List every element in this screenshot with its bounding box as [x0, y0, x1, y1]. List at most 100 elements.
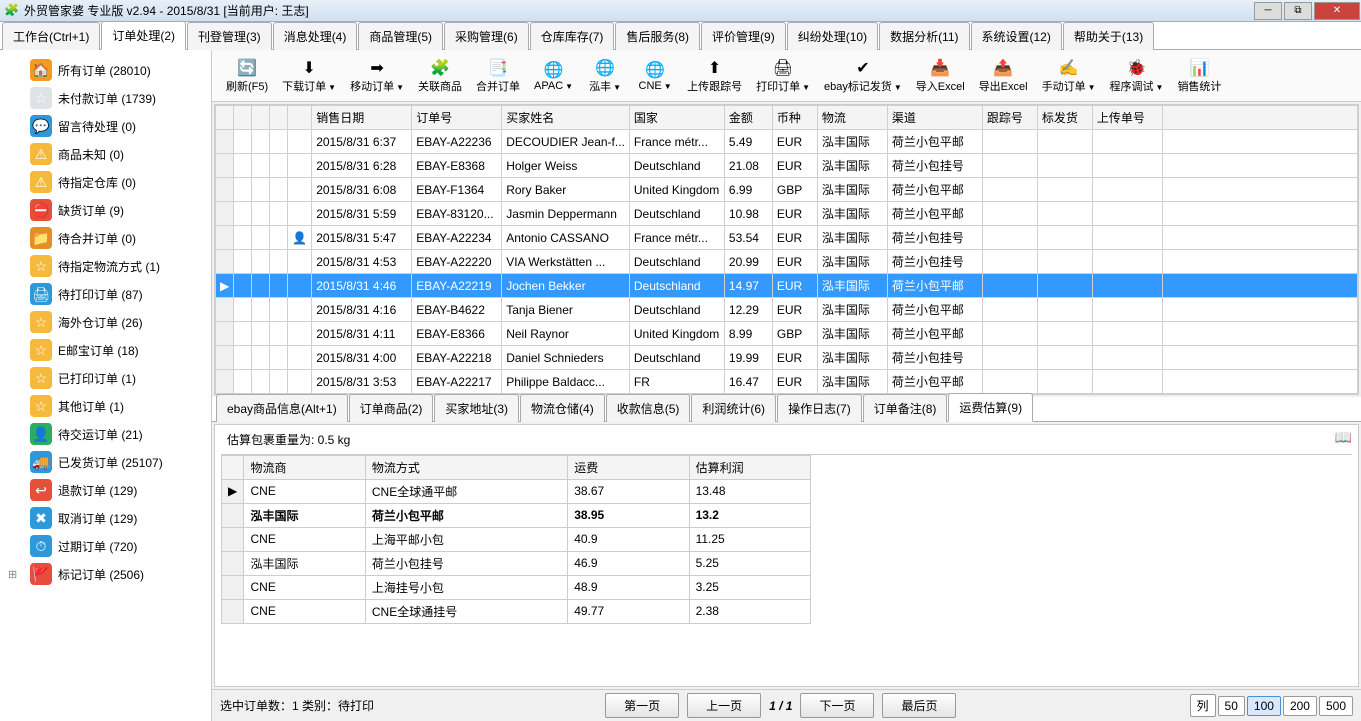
detail-tab[interactable]: ebay商品信息(Alt+1): [216, 394, 348, 422]
sidebar-item[interactable]: ☆海外仓订单 (26): [0, 308, 211, 336]
table-row[interactable]: 2015/8/31 4:11EBAY-E8366Neil RaynorUnite…: [216, 322, 1358, 346]
shipping-grid-wrap[interactable]: 物流商物流方式运费估算利润▶CNECNE全球通平邮38.6713.48泓丰国际荷…: [221, 454, 1352, 686]
toolbar-button[interactable]: 🖨打印订单▼: [750, 56, 816, 96]
grid-header[interactable]: [234, 106, 252, 130]
table-row[interactable]: 2015/8/31 4:16EBAY-B4622Tanja BienerDeut…: [216, 298, 1358, 322]
sidebar-item[interactable]: 📁待合并订单 (0): [0, 224, 211, 252]
sidebar-item[interactable]: ✖取消订单 (129): [0, 504, 211, 532]
tab-product[interactable]: 商品管理(5): [358, 22, 443, 50]
sidebar-item[interactable]: ☆其他订单 (1): [0, 392, 211, 420]
ship-row[interactable]: CNECNE全球通挂号49.772.38: [222, 599, 811, 623]
toolbar-button[interactable]: 🌐泓丰▼: [581, 56, 629, 96]
pagesize-200[interactable]: 200: [1283, 696, 1317, 716]
sidebar-item[interactable]: 👤待交运订单 (21): [0, 420, 211, 448]
table-row[interactable]: 2015/8/31 3:53EBAY-A22217Philippe Baldac…: [216, 370, 1358, 394]
grid-header[interactable]: 上传单号: [1092, 106, 1162, 130]
tab-listing[interactable]: 刊登管理(3): [187, 22, 272, 50]
toolbar-button[interactable]: ⬆上传跟踪号: [681, 56, 748, 96]
table-row[interactable]: 2015/8/31 5:59EBAY-83120...Jasmin Depper…: [216, 202, 1358, 226]
detail-tab[interactable]: 物流仓储(4): [520, 394, 605, 422]
toolbar-button[interactable]: 🌐APAC▼: [528, 58, 579, 94]
tab-settings[interactable]: 系统设置(12): [971, 22, 1062, 50]
grid-header[interactable]: 渠道: [887, 106, 982, 130]
grid-header[interactable]: 物流: [817, 106, 887, 130]
panel-options-icon[interactable]: 📖: [1335, 429, 1352, 446]
grid-header[interactable]: [288, 106, 312, 130]
detail-tab[interactable]: 订单备注(8): [863, 394, 948, 422]
detail-tab[interactable]: 运费估算(9): [948, 393, 1033, 422]
toolbar-button[interactable]: 🔄刷新(F5): [220, 56, 274, 96]
ship-row[interactable]: 泓丰国际荷兰小包平邮38.9513.2: [222, 503, 811, 527]
detail-tab[interactable]: 利润统计(6): [691, 394, 776, 422]
toolbar-button[interactable]: 📤导出Excel: [973, 56, 1034, 96]
sidebar-item[interactable]: ☆已打印订单 (1): [0, 364, 211, 392]
tab-review[interactable]: 评价管理(9): [701, 22, 786, 50]
last-page-button[interactable]: 最后页: [882, 693, 956, 718]
pagesize-100[interactable]: 100: [1247, 696, 1281, 716]
toolbar-button[interactable]: 🐞程序调试▼: [1104, 56, 1170, 96]
toolbar-button[interactable]: 🌐CNE▼: [631, 58, 679, 94]
grid-header[interactable]: 销售日期: [312, 106, 412, 130]
toolbar-button[interactable]: 📊销售统计: [1171, 56, 1227, 96]
toolbar-button[interactable]: ➡移动订单▼: [344, 56, 410, 96]
prev-page-button[interactable]: 上一页: [687, 693, 761, 718]
tab-purchase[interactable]: 采购管理(6): [444, 22, 529, 50]
sidebar-item[interactable]: ⏱过期订单 (720): [0, 532, 211, 560]
tab-dispute[interactable]: 纠纷处理(10): [787, 22, 878, 50]
tab-stock[interactable]: 仓库库存(7): [530, 22, 615, 50]
ship-row[interactable]: CNE上海平邮小包40.911.25: [222, 527, 811, 551]
pagesize-50[interactable]: 50: [1218, 696, 1245, 716]
sidebar-item[interactable]: ⛔缺货订单 (9): [0, 196, 211, 224]
table-row[interactable]: 👤2015/8/31 5:47EBAY-A22234Antonio CASSAN…: [216, 226, 1358, 250]
tab-after[interactable]: 售后服务(8): [615, 22, 700, 50]
grid-header[interactable]: 金额: [724, 106, 772, 130]
sidebar-item[interactable]: ☆待指定物流方式 (1): [0, 252, 211, 280]
orders-grid-wrap[interactable]: 📖 销售日期订单号买家姓名国家金额币种物流渠道跟踪号标发货上传单号2015/8/…: [214, 104, 1359, 395]
sidebar-item[interactable]: ⚠商品未知 (0): [0, 140, 211, 168]
ship-row[interactable]: ▶CNECNE全球通平邮38.6713.48: [222, 479, 811, 503]
grid-header[interactable]: 标发货: [1037, 106, 1092, 130]
detail-tab[interactable]: 买家地址(3): [434, 394, 519, 422]
grid-header[interactable]: [1162, 106, 1357, 130]
ship-row[interactable]: 泓丰国际荷兰小包挂号46.95.25: [222, 551, 811, 575]
ship-row[interactable]: CNE上海挂号小包48.93.25: [222, 575, 811, 599]
next-page-button[interactable]: 下一页: [800, 693, 874, 718]
sidebar-item[interactable]: 🚚已发货订单 (25107): [0, 448, 211, 476]
detail-tab[interactable]: 收款信息(5): [606, 394, 691, 422]
grid-header[interactable]: 买家姓名: [502, 106, 630, 130]
grid-header[interactable]: [216, 106, 234, 130]
sidebar-item[interactable]: ⚠待指定仓库 (0): [0, 168, 211, 196]
first-page-button[interactable]: 第一页: [605, 693, 679, 718]
table-row[interactable]: ▶2015/8/31 4:46EBAY-A22219Jochen BekkerD…: [216, 274, 1358, 298]
tab-msg[interactable]: 消息处理(4): [273, 22, 358, 50]
toolbar-button[interactable]: 📑合并订单: [470, 56, 526, 96]
grid-header[interactable]: 订单号: [412, 106, 502, 130]
sidebar-item[interactable]: 💬留言待处理 (0): [0, 112, 211, 140]
table-row[interactable]: 2015/8/31 6:37EBAY-A22236DECOUDIER Jean-…: [216, 130, 1358, 154]
sidebar-item[interactable]: 🖨待打印订单 (87): [0, 280, 211, 308]
sidebar-item[interactable]: 🚩标记订单 (2506): [0, 560, 211, 588]
tab-help[interactable]: 帮助关于(13): [1063, 22, 1154, 50]
grid-header[interactable]: 币种: [772, 106, 817, 130]
toolbar-button[interactable]: ✍手动订单▼: [1036, 56, 1102, 96]
grid-header[interactable]: [270, 106, 288, 130]
toolbar-button[interactable]: 📥导入Excel: [910, 56, 971, 96]
detail-tab[interactable]: 订单商品(2): [349, 394, 434, 422]
minimize-button[interactable]: ─: [1254, 2, 1282, 20]
ship-header[interactable]: 物流方式: [365, 455, 567, 479]
grid-header[interactable]: 跟踪号: [982, 106, 1037, 130]
sidebar-item[interactable]: ☆E邮宝订单 (18): [0, 336, 211, 364]
maximize-button[interactable]: ⧉: [1284, 2, 1312, 20]
table-row[interactable]: 2015/8/31 4:00EBAY-A22218Daniel Schniede…: [216, 346, 1358, 370]
tab-order[interactable]: 订单处理(2): [101, 21, 186, 50]
close-button[interactable]: ✕: [1314, 2, 1360, 20]
toolbar-button[interactable]: ⬇下载订单▼: [276, 56, 342, 96]
sidebar-item[interactable]: 🏠所有订单 (28010): [0, 56, 211, 84]
pagesize-500[interactable]: 500: [1319, 696, 1353, 716]
ship-header[interactable]: 物流商: [244, 455, 365, 479]
tab-worktable[interactable]: 工作台(Ctrl+1): [2, 22, 100, 50]
table-row[interactable]: 2015/8/31 6:28EBAY-E8368Holger WeissDeut…: [216, 154, 1358, 178]
grid-header[interactable]: 国家: [629, 106, 724, 130]
col-button[interactable]: 列: [1190, 694, 1216, 717]
toolbar-button[interactable]: 🧩关联商品: [412, 56, 468, 96]
